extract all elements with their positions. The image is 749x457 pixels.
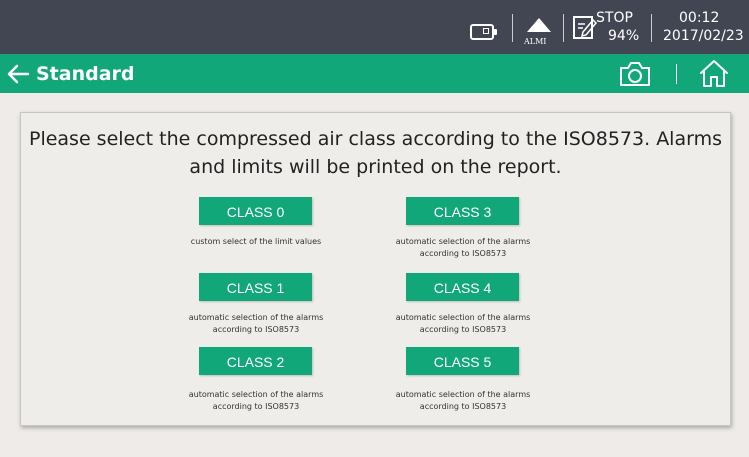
class-0-button[interactable]: CLASS 0: [199, 197, 312, 225]
report-edit-icon[interactable]: [572, 14, 598, 40]
clock-time: 00:12: [679, 10, 720, 26]
class-1-button[interactable]: CLASS 1: [199, 273, 312, 301]
home-icon[interactable]: [698, 58, 730, 89]
battery-icon: [470, 24, 497, 40]
class-0-description: custom select of the limit values: [190, 237, 322, 246]
class-3-description: automatic selection of the alarms accord…: [395, 237, 531, 258]
class-4-description: automatic selection of the alarms accord…: [395, 313, 531, 334]
class-5-button[interactable]: CLASS 5: [406, 347, 519, 375]
class-5-description: automatic selection of the alarms accord…: [395, 390, 531, 411]
header-divider: [676, 64, 677, 84]
camera-icon[interactable]: [617, 59, 653, 89]
class-4-button[interactable]: CLASS 4: [406, 273, 519, 301]
status-divider: [651, 14, 652, 42]
class-2-button[interactable]: CLASS 2: [199, 347, 312, 375]
status-bar: ALMI STOP 94% 00:12 2017/02/23: [0, 0, 749, 54]
alarm-label: ALMI: [524, 37, 547, 46]
class-selection-panel: Please select the compressed air class a…: [20, 112, 731, 426]
class-2-description: automatic selection of the alarms accord…: [188, 390, 324, 411]
back-button[interactable]: Standard: [6, 58, 135, 89]
arrow-left-icon: [7, 64, 30, 83]
class-3-button[interactable]: CLASS 3: [406, 197, 519, 225]
report-status: STOP: [596, 10, 633, 26]
class-1-description: automatic selection of the alarms accord…: [188, 313, 324, 334]
status-divider: [512, 14, 513, 42]
status-divider: [563, 14, 564, 42]
report-percent: 94%: [608, 28, 640, 44]
instruction-text: Please select the compressed air class a…: [28, 128, 722, 178]
battery-level-icon: [483, 28, 489, 34]
clock-date: 2017/02/23: [663, 28, 744, 44]
page-header: Standard: [0, 54, 749, 93]
page-title: Standard: [36, 62, 135, 85]
alarm-triangle-icon[interactable]: [527, 18, 551, 32]
